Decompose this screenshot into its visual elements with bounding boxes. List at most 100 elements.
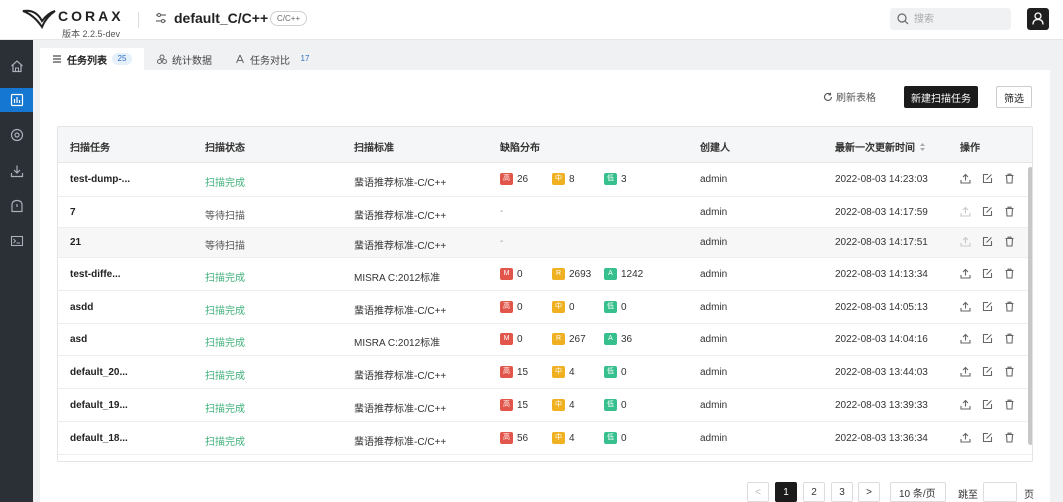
edit-icon[interactable] bbox=[982, 173, 993, 184]
table-row[interactable]: asdd 扫描完成 蜚语推荐标准-C/C++ 高 0 中 0 低 0 admin 2022-08-0… bbox=[58, 291, 1032, 324]
creator: admin bbox=[700, 334, 728, 345]
delete-icon[interactable] bbox=[1004, 333, 1015, 344]
updated-time: 2022-08-03 14:05:13 bbox=[835, 302, 928, 313]
upload-icon[interactable] bbox=[960, 432, 971, 443]
table-row[interactable]: asd 扫描完成 MISRA C:2012标准 M 0 R 267 A 36 admin 2022-… bbox=[58, 324, 1032, 356]
task-name[interactable]: asd bbox=[70, 334, 87, 345]
table-row[interactable]: test-diffe... 扫描完成 MISRA C:2012标准 M 0 R 2693 A 1… bbox=[58, 258, 1032, 291]
page-1-button[interactable]: 1 bbox=[775, 482, 797, 502]
sidebar-item-tasks[interactable] bbox=[0, 88, 33, 112]
edit-icon[interactable] bbox=[982, 206, 993, 217]
upload-icon[interactable] bbox=[960, 399, 971, 410]
search-box[interactable] bbox=[890, 8, 1011, 30]
delete-icon[interactable] bbox=[1004, 432, 1015, 443]
jump-to-page-input[interactable] bbox=[983, 482, 1017, 502]
delete-icon[interactable] bbox=[1004, 206, 1015, 217]
scan-status: 扫描完成 bbox=[205, 306, 245, 317]
upload-icon[interactable] bbox=[960, 333, 971, 344]
severity-badge: 中 bbox=[552, 399, 565, 411]
table-row[interactable]: default_18... 扫描完成 蜚语推荐标准-C/C++ 高 56 中 4 低 0 admi… bbox=[58, 422, 1032, 455]
col-header-defects: 缺陷分布 bbox=[500, 143, 540, 154]
search-icon bbox=[897, 13, 909, 25]
table-row[interactable]: 7 等待扫描 蜚语推荐标准-C/C++ - admin 2022-08-03 14:17:… bbox=[58, 197, 1032, 228]
defect-count: 4 bbox=[569, 399, 575, 411]
filter-button[interactable]: 筛选 bbox=[996, 86, 1032, 108]
sort-icon[interactable] bbox=[919, 142, 926, 152]
upload-icon[interactable] bbox=[960, 268, 971, 279]
updated-time: 2022-08-03 14:17:51 bbox=[835, 237, 928, 248]
task-name[interactable]: test-dump-... bbox=[70, 174, 130, 185]
tab-task-compare[interactable]: 任务对比 17 bbox=[235, 48, 325, 70]
next-page-button[interactable]: > bbox=[858, 482, 880, 502]
severity-badge: R bbox=[552, 268, 565, 280]
delete-icon[interactable] bbox=[1004, 366, 1015, 377]
task-name[interactable]: default_20... bbox=[70, 367, 128, 378]
upload-icon[interactable] bbox=[960, 206, 971, 217]
delete-icon[interactable] bbox=[1004, 268, 1015, 279]
page-2-button[interactable]: 2 bbox=[803, 482, 825, 502]
corax-logo[interactable]: CORAX 版本 2.2.5-dev bbox=[22, 5, 122, 39]
refresh-table-button[interactable]: 刷新表格 bbox=[823, 89, 876, 104]
tab-task-list[interactable]: 任务列表 25 bbox=[40, 48, 144, 70]
new-scan-task-button[interactable]: 新建扫描任务 bbox=[904, 86, 978, 108]
project-settings-icon[interactable] bbox=[155, 12, 167, 24]
table-row[interactable]: default_20... 扫描完成 蜚语推荐标准-C/C++ 高 15 中 4 低 0 admi… bbox=[58, 356, 1032, 389]
sidebar-item-home[interactable] bbox=[0, 54, 33, 78]
upload-icon[interactable] bbox=[960, 301, 971, 312]
table-row[interactable]: default_19... 扫描完成 蜚语推荐标准-C/C++ 高 15 中 4 低 0 admi… bbox=[58, 389, 1032, 422]
defect-distribution: 高 26 中 8 低 3 bbox=[500, 173, 656, 185]
col-header-task: 扫描任务 bbox=[70, 143, 110, 154]
delete-icon[interactable] bbox=[1004, 173, 1015, 184]
edit-icon[interactable] bbox=[982, 333, 993, 344]
defect-count: 36 bbox=[621, 333, 633, 345]
task-name[interactable]: asdd bbox=[70, 302, 93, 313]
user-icon bbox=[1032, 12, 1044, 25]
table-row[interactable]: 21 等待扫描 蜚语推荐标准-C/C++ - admin 2022-08-03 14:17… bbox=[58, 228, 1032, 258]
scan-standard: 蜚语推荐标准-C/C++ bbox=[354, 211, 447, 222]
chart-icon bbox=[10, 93, 23, 107]
sidebar-item-download[interactable] bbox=[0, 159, 33, 183]
edit-icon[interactable] bbox=[982, 399, 993, 410]
scan-status: 等待扫描 bbox=[205, 211, 245, 222]
sidebar-item-terminal[interactable] bbox=[0, 229, 33, 253]
updated-time: 2022-08-03 13:44:03 bbox=[835, 367, 928, 378]
page-3-button[interactable]: 3 bbox=[831, 482, 853, 502]
tab-statistics[interactable]: 统计数据 bbox=[157, 48, 227, 70]
upload-icon[interactable] bbox=[960, 366, 971, 377]
edit-icon[interactable] bbox=[982, 268, 993, 279]
project-name: default_C/C++ bbox=[174, 10, 269, 26]
table-scrollbar[interactable] bbox=[1028, 167, 1032, 445]
user-menu-button[interactable] bbox=[1027, 8, 1049, 30]
task-name[interactable]: 21 bbox=[70, 237, 81, 248]
delete-icon[interactable] bbox=[1004, 301, 1015, 312]
defect-count: 0 bbox=[569, 301, 575, 313]
defect-group: 中4 bbox=[552, 432, 604, 444]
row-actions bbox=[960, 333, 1015, 344]
defect-group: 低0 bbox=[604, 399, 656, 411]
sidebar-item-security[interactable] bbox=[0, 194, 33, 218]
edit-icon[interactable] bbox=[982, 236, 993, 247]
row-actions bbox=[960, 236, 1015, 247]
table-row[interactable]: test-dump-... 扫描完成 蜚语推荐标准-C/C++ 高 26 中 8 低 3 admi… bbox=[58, 163, 1032, 197]
prev-page-button[interactable]: < bbox=[747, 482, 769, 502]
delete-icon[interactable] bbox=[1004, 399, 1015, 410]
task-name[interactable]: default_18... bbox=[70, 433, 128, 444]
page-size-select[interactable]: 10 条/页 bbox=[890, 482, 946, 502]
sidebar-item-settings[interactable] bbox=[0, 123, 33, 147]
edit-icon[interactable] bbox=[982, 301, 993, 312]
edit-icon[interactable] bbox=[982, 432, 993, 443]
defect-group: 低0 bbox=[604, 301, 656, 313]
task-table: 扫描任务 扫描状态 扫描标准 缺陷分布 创建人 最新一次更新时间 操作 test… bbox=[57, 126, 1033, 462]
task-name[interactable]: default_19... bbox=[70, 400, 128, 411]
defect-distribution: M 0 R 267 A 36 bbox=[500, 333, 656, 345]
task-name[interactable]: test-diffe... bbox=[70, 269, 121, 280]
delete-icon[interactable] bbox=[1004, 236, 1015, 247]
upload-icon[interactable] bbox=[960, 236, 971, 247]
upload-icon[interactable] bbox=[960, 173, 971, 184]
compare-icon bbox=[236, 54, 244, 64]
edit-icon[interactable] bbox=[982, 366, 993, 377]
col-header-updated[interactable]: 最新一次更新时间 bbox=[835, 139, 926, 154]
tab-label: 任务列表 bbox=[67, 55, 107, 67]
task-name[interactable]: 7 bbox=[70, 207, 76, 218]
search-input[interactable] bbox=[914, 11, 1004, 27]
